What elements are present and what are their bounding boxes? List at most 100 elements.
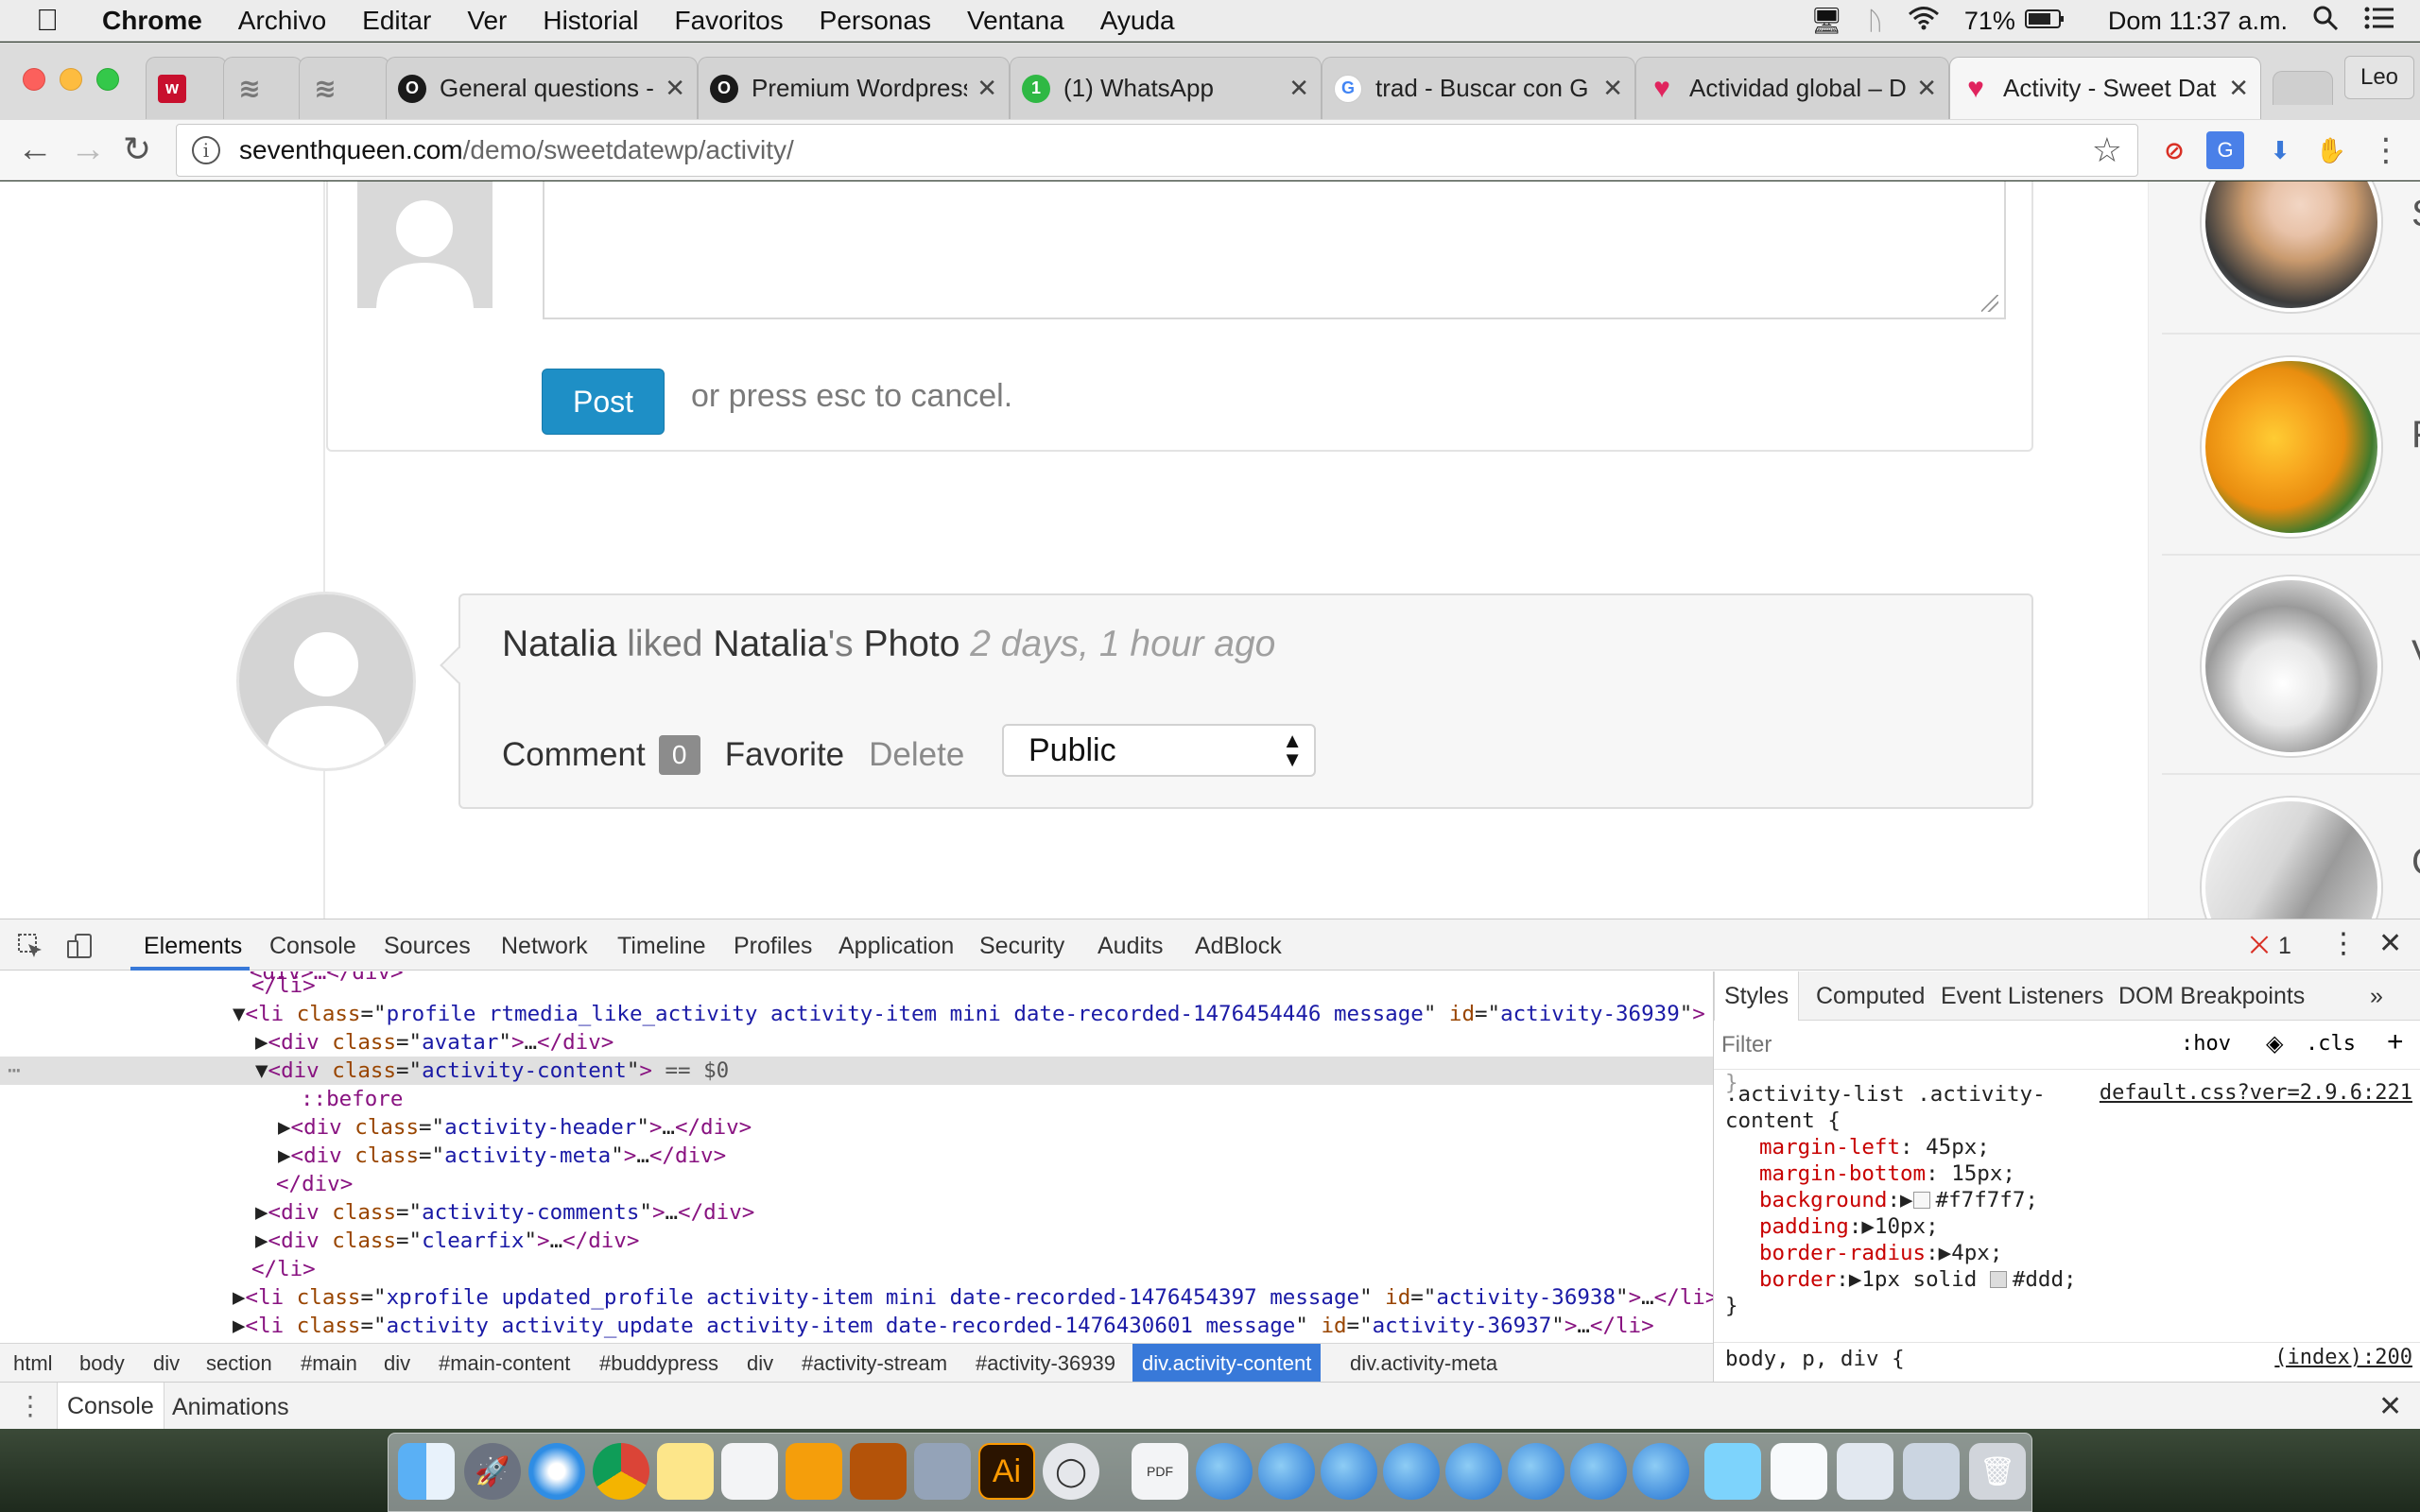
device-toolbar-icon[interactable] (66, 933, 95, 966)
color-swatch[interactable] (1912, 1192, 1930, 1209)
error-icon[interactable]: ⨉ (2250, 933, 2269, 960)
hand-extension-icon[interactable]: ✋ (2312, 131, 2350, 169)
tab-audits[interactable]: Audits (1098, 933, 1163, 960)
illustrator-icon[interactable]: Ai (978, 1443, 1035, 1500)
notification-center-icon[interactable] (2363, 6, 2395, 37)
css-rule-body-p-div[interactable]: body, p, div { (1725, 1346, 1905, 1372)
dom-node-close-li-2[interactable]: </li> (0, 1255, 1713, 1283)
menu-editar[interactable]: Editar (362, 6, 431, 36)
close-tab-icon[interactable]: ✕ (1288, 74, 1309, 103)
google-translate-icon[interactable]: G (2206, 131, 2244, 169)
tab-dom-breakpoints[interactable]: DOM Breakpoints (2118, 983, 2305, 1010)
member-name-4[interactable]: C (2411, 841, 2420, 884)
menu-app-name[interactable]: Chrome (102, 6, 202, 36)
dom-node-activity-content[interactable]: ⋯ ▼<div class="activity-content"> == $0 (0, 1057, 1713, 1085)
close-devtools-icon[interactable]: ✕ (2378, 927, 2402, 960)
reload-icon[interactable]: ↻ (123, 129, 151, 169)
globe-icon[interactable] (1508, 1443, 1564, 1500)
clock[interactable]: Dom 11:37 a.m. (2108, 7, 2288, 36)
pages-icon[interactable] (786, 1443, 842, 1500)
tab-activity-sweet-date[interactable]: ♥ Activity - Sweet Dat ✕ (1949, 57, 2261, 119)
menu-ayuda[interactable]: Ayuda (1100, 6, 1175, 36)
crumb-buddypress[interactable]: #buddypress (599, 1351, 718, 1376)
activity-timestamp[interactable]: 2 days, 1 hour ago (970, 624, 1275, 664)
chrome-menu-icon[interactable]: ⋮ (2367, 131, 2405, 169)
preview-icon[interactable] (850, 1443, 907, 1500)
css-source-link-2[interactable]: (index):200 (2274, 1346, 2412, 1369)
crumb-activity-content[interactable]: div.activity-content (1132, 1344, 1322, 1383)
crumb-div[interactable]: div (747, 1351, 773, 1376)
close-window-button[interactable] (23, 68, 45, 91)
more-tabs-icon[interactable]: » (2370, 983, 2383, 1010)
drawer-menu-icon[interactable]: ⋮ (17, 1390, 43, 1421)
spotlight-search-icon[interactable] (2312, 5, 2339, 38)
drawer-tab-animations[interactable]: Animations (172, 1394, 289, 1421)
minimize-window-button[interactable] (60, 68, 82, 91)
close-drawer-icon[interactable]: ✕ (2378, 1390, 2402, 1423)
css-selector[interactable]: .activity-list .activity- (1725, 1081, 2077, 1108)
address-bar[interactable]: i seventhqueen.com/demo/sweetdatewp/acti… (176, 124, 2138, 177)
css-prop-margin-left[interactable]: margin-left: 45px; (1725, 1134, 2077, 1160)
tab-styles[interactable]: Styles (1714, 971, 1800, 1021)
close-tab-icon[interactable]: ✕ (1602, 74, 1623, 103)
member-avatar-3[interactable] (2202, 576, 2381, 756)
tab-general-questions[interactable]: O General questions - ✕ (386, 57, 698, 119)
favorite-button[interactable]: Favorite (725, 736, 844, 774)
bookmark-star-icon[interactable]: ☆ (2092, 130, 2122, 170)
textedit-icon[interactable] (721, 1443, 778, 1500)
color-swatch[interactable] (1989, 1271, 2007, 1288)
dom-node-activity-comments[interactable]: ▶<div class="activity-comments">…</div> (0, 1198, 1713, 1227)
profile-button[interactable]: Leo (2344, 56, 2414, 99)
tab-profiles[interactable]: Profiles (734, 933, 812, 960)
apple-menu-icon[interactable]:  (36, 3, 68, 38)
tab-actividad-global[interactable]: ♥ Actividad global – D ✕ (1635, 57, 1949, 119)
tab-pinned-2[interactable]: ≋ (223, 57, 302, 119)
document-stack-icon[interactable] (1771, 1443, 1827, 1500)
menu-ventana[interactable]: Ventana (967, 6, 1064, 36)
new-style-rule-icon[interactable]: + (2387, 1026, 2404, 1058)
css-prop-border[interactable]: border:▶1px solid #ddd; (1725, 1266, 2077, 1293)
css-source-link[interactable]: default.css?ver=2.9.6:221 (2100, 1081, 2412, 1105)
dom-node-li-activity-36938[interactable]: ▶<li class="xprofile updated_profile act… (0, 1283, 1713, 1312)
close-tab-icon[interactable]: ✕ (977, 74, 997, 103)
dom-node-pseudo-before[interactable]: ::before (0, 1085, 1713, 1113)
downloads-folder-icon[interactable] (1704, 1443, 1761, 1500)
activity-object-owner-link[interactable]: Natalia (713, 624, 827, 664)
menu-archivo[interactable]: Archivo (238, 6, 326, 36)
resize-grip-icon[interactable] (1981, 295, 1998, 312)
dom-node-li-activity-36939[interactable]: ▼<li class="profile rtmedia_like_activit… (0, 1000, 1713, 1028)
menu-favoritos[interactable]: Favoritos (675, 6, 784, 36)
crumb-activity-36939[interactable]: #activity-36939 (976, 1351, 1115, 1376)
inspect-element-icon[interactable] (17, 933, 43, 966)
dom-node-activity-meta[interactable]: ▶<div class="activity-meta">…</div> (0, 1142, 1713, 1170)
hov-toggle[interactable]: :hov (2181, 1032, 2231, 1056)
tab-premium-wordpress[interactable]: O Premium Wordpress ✕ (698, 57, 1010, 119)
globe-icon[interactable] (1570, 1443, 1627, 1500)
wifi-icon[interactable] (1908, 6, 1940, 37)
member-avatar-2[interactable] (2202, 357, 2381, 537)
safari-icon[interactable] (528, 1443, 585, 1500)
drawer-tab-console[interactable]: Console (57, 1383, 164, 1430)
globe-icon[interactable] (1445, 1443, 1502, 1500)
tab-adblock[interactable]: AdBlock (1195, 933, 1282, 960)
globe-icon[interactable] (1633, 1443, 1689, 1500)
menu-historial[interactable]: Historial (543, 6, 638, 36)
crumb-body[interactable]: body (79, 1351, 125, 1376)
tab-pinned-1[interactable]: w (146, 57, 227, 119)
cls-toggle[interactable]: .cls (2306, 1032, 2356, 1056)
dom-node-clearfix[interactable]: ▶<div class="clearfix">…</div> (0, 1227, 1713, 1255)
chrome-icon[interactable] (593, 1443, 649, 1500)
post-button[interactable]: Post (542, 369, 665, 435)
css-prop-margin-bottom[interactable]: margin-bottom: 15px; (1725, 1160, 2077, 1187)
css-prop-padding[interactable]: padding:▶10px; (1725, 1213, 2077, 1240)
comment-button[interactable]: Comment (502, 736, 646, 774)
pdf-document-icon[interactable]: PDF (1132, 1443, 1188, 1500)
expand-triangle-icon[interactable]: ▶ (1861, 1214, 1875, 1239)
time-machine-icon[interactable]: ◯ (1043, 1443, 1099, 1500)
tab-computed[interactable]: Computed (1816, 983, 1925, 1010)
node-actions-icon[interactable]: ⋯ (8, 1057, 21, 1085)
expand-triangle-icon[interactable]: ▶ (1900, 1188, 1913, 1212)
dom-node-activity-header[interactable]: ▶<div class="activity-header">…</div> (0, 1113, 1713, 1142)
dom-node-avatar[interactable]: ▶<div class="avatar">…</div> (0, 1028, 1713, 1057)
menu-personas[interactable]: Personas (820, 6, 931, 36)
